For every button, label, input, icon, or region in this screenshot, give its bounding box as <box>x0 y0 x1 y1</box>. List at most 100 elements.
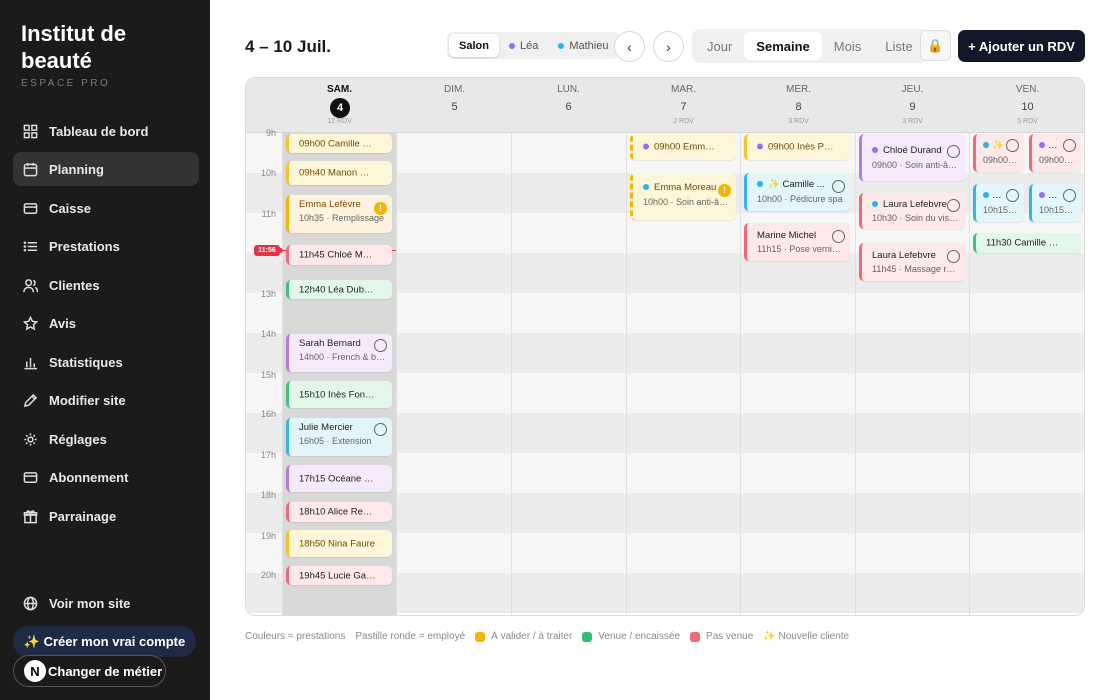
sidebar-item-parrainage[interactable]: Parrainage <box>13 499 199 533</box>
sidebar-item-prestations[interactable]: Prestations <box>13 229 199 263</box>
staff-filter-mathieu[interactable]: Mathieu <box>548 34 618 57</box>
staff-filter-lea[interactable]: Léa <box>499 34 548 57</box>
sidebar-item-modifier-site[interactable]: Modifier site <box>13 383 199 417</box>
lock-button[interactable]: 🔒 <box>920 30 951 61</box>
sidebar-item-planning[interactable]: Planning <box>13 152 199 186</box>
day-header-mon[interactable]: LUN. 6 <box>511 78 626 133</box>
appointment-card[interactable]: Emma Moreau 10h00 · Soin anti-âg...! <box>630 173 736 220</box>
lock-icon: 🔒 <box>927 37 944 53</box>
appointment-detail: 11h15 · Pose vernis ... <box>757 244 844 254</box>
brand-title: Institut de beauté <box>21 21 127 73</box>
hour-label: 14h <box>260 329 276 339</box>
legend-employe: Pastille ronde = employé <box>355 631 466 642</box>
appointment-title: 09h00 Camille Rou... <box>299 138 376 149</box>
view-liste[interactable]: Liste <box>873 32 924 60</box>
appointment-card[interactable]: Laura Lefebvre 11h45 · Massage rel... <box>859 243 965 281</box>
day-name: JEU. <box>901 84 924 95</box>
pending-warning-icon: ! <box>718 184 731 197</box>
appointment-card[interactable]: L... 10h15 ·... <box>973 184 1024 222</box>
appointment-title: A... <box>1039 190 1061 201</box>
appointment-card[interactable]: Emma Lefèvre 10h35 · Remplissage! <box>286 195 392 233</box>
legend-label: À valider / à traiter <box>491 631 573 642</box>
calendar-header: SAM. 4 12 RDV DIM. 5 LUN. 6 MAR. 7 2 RDV… <box>246 78 1084 133</box>
appointment-card[interactable]: ✨ Camille ... 10h00 · Pédicure spa <box>744 173 850 211</box>
sidebar-item-label: Modifier site <box>49 392 126 408</box>
appointment-title: 18h50 Nina Faure <box>299 538 376 549</box>
appointment-card[interactable]: 12h40 Léa Dubois <box>286 280 392 299</box>
day-header-tue[interactable]: MAR. 7 2 RDV <box>626 78 741 133</box>
appointment-card[interactable]: Sarah Bernard 14h00 · French & ba... <box>286 334 392 372</box>
appointment-card[interactable]: 11h45 Chloé Moreau <box>286 245 392 265</box>
day-header-thu[interactable]: JEU. 9 3 RDV <box>855 78 970 133</box>
appointment-title: Emma Lefèvre <box>299 199 361 210</box>
appointment-card[interactable]: 09h00 Emma Mo... <box>630 134 736 160</box>
view-site-label: Voir mon site <box>49 595 131 611</box>
appointment-card[interactable]: Chloé Durand 09h00 · Soin anti-âg... <box>859 134 965 181</box>
hour-label: 13h <box>260 289 276 299</box>
column-divider <box>740 133 741 615</box>
appointment-card[interactable]: 18h50 Nina Faure <box>286 530 392 557</box>
pen-icon <box>22 392 38 408</box>
appointment-card[interactable]: Julie Mercier 16h05 · Extension <box>286 418 392 456</box>
appointment-title: 15h10 Inès Fontaine <box>299 389 376 400</box>
next-week-button[interactable]: › <box>653 31 684 62</box>
column-divider <box>511 133 512 615</box>
add-appointment-button[interactable]: + Ajouter un RDV <box>958 30 1085 62</box>
appointment-card[interactable]: ✨ 09h00 ·... <box>973 134 1024 172</box>
prev-week-button[interactable]: ‹ <box>614 31 645 62</box>
appointment-card[interactable]: A... 10h15 ·... <box>1029 184 1081 222</box>
staff-dot-icon <box>508 42 515 49</box>
appointment-card[interactable]: L... 09h00 ·... <box>1029 134 1081 172</box>
view-jour[interactable]: Jour <box>695 32 744 60</box>
appointment-card[interactable]: 17h15 Océane Blanc <box>286 465 392 492</box>
appointment-title-text: 09h00 Emma Mo... <box>654 141 720 153</box>
view-switcher: Jour Semaine Mois Liste <box>692 29 928 63</box>
appointment-title: Julie Mercier <box>299 422 353 433</box>
appointment-title: 11h30 Camille Martin <box>986 237 1065 249</box>
appointment-card[interactable]: 15h10 Inès Fontaine <box>286 381 392 408</box>
view-mois[interactable]: Mois <box>822 32 873 60</box>
sidebar-item-caisse[interactable]: Caisse <box>13 191 199 225</box>
day-header-sat[interactable]: SAM. 4 12 RDV <box>282 78 397 133</box>
view-site-link[interactable]: Voir mon site <box>13 586 199 620</box>
staff-dot-icon <box>558 42 565 49</box>
staff-dot-icon <box>872 147 878 154</box>
staff-filter-salon[interactable]: Salon <box>449 34 499 57</box>
appointment-detail: 10h35 · Remplissage <box>299 213 385 223</box>
sidebar-item-label: Avis <box>49 315 76 331</box>
column-divider <box>969 133 970 615</box>
appointment-card[interactable]: 11h30 Camille Martin <box>973 233 1081 253</box>
appointment-card[interactable]: 19h45 Lucie Garnier <box>286 566 392 585</box>
sidebar-item-abonnement[interactable]: Abonnement <box>13 460 199 494</box>
sidebar-item-tableau-de-bord[interactable]: Tableau de bord <box>13 114 199 148</box>
day-header-wed[interactable]: MER. 8 3 RDV <box>741 78 856 133</box>
employee-ring-icon <box>947 145 960 158</box>
appointment-card[interactable]: 09h00 Inès Petit <box>744 134 850 160</box>
sidebar-item-clientes[interactable]: Clientes <box>13 268 199 302</box>
view-semaine[interactable]: Semaine <box>744 32 822 60</box>
calendar-grid[interactable]: 9h 10h 11h 13h 14h 15h 16h 17h 18h 19h 2… <box>246 128 1084 615</box>
create-account-button[interactable]: ✨ Créer mon vrai compte <box>13 626 196 657</box>
day-name: LUN. <box>557 84 580 95</box>
day-header-sun[interactable]: DIM. 5 <box>397 78 512 133</box>
sidebar-item-avis[interactable]: Avis <box>13 306 199 340</box>
appointment-card[interactable]: 09h00 Camille Rou... <box>286 134 392 153</box>
appointment-detail: 09h00 ·... <box>983 155 1018 165</box>
sidebar-item-statistiques[interactable]: Statistiques <box>13 345 199 379</box>
employee-ring-icon <box>1063 139 1076 152</box>
hour-label: 15h <box>260 370 276 380</box>
appointment-card[interactable]: 18h10 Alice Renard <box>286 502 392 522</box>
appointment-card[interactable]: 09h40 Manon Girard <box>286 161 392 185</box>
appointment-card[interactable]: Marine Michel 11h15 · Pose vernis ... <box>744 223 850 261</box>
column-divider <box>282 133 283 615</box>
staff-dot-icon <box>1039 142 1045 149</box>
sidebar: Institut de beauté ESPACE PRO Tableau de… <box>0 0 210 700</box>
change-job-button[interactable]: N Changer de métier <box>13 655 166 687</box>
hour-label: 19h <box>260 531 276 541</box>
sidebar-item-reglages[interactable]: Réglages <box>13 422 199 456</box>
employee-ring-icon <box>374 339 387 352</box>
day-header-fri[interactable]: VEN. 10 5 RDV <box>970 78 1084 133</box>
day-date: 5 <box>451 101 458 113</box>
appointment-card[interactable]: Laura Lefebvre 10h30 · Soin du visa... <box>859 193 965 229</box>
appointment-title: Laura Lefebvre <box>872 250 936 261</box>
